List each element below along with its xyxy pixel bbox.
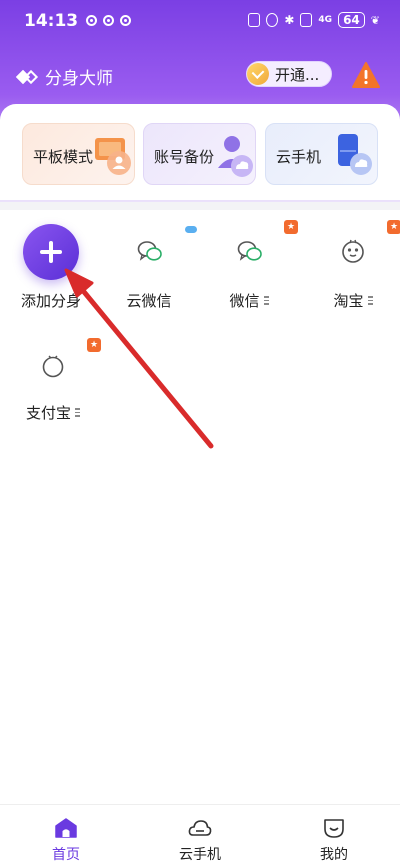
app-label: 支付宝 <box>25 404 71 422</box>
plus-icon[interactable] <box>23 224 79 280</box>
tab-label: 云手机 <box>179 847 221 863</box>
tab-home[interactable]: 首页 <box>26 805 106 866</box>
card-label: 平板模式 <box>33 148 94 166</box>
bluetooth-icon: ✱ <box>284 13 295 27</box>
vip-button[interactable]: 开通... <box>246 61 332 87</box>
profile-icon <box>324 819 344 838</box>
alipay-app[interactable]: ★ 支付宝 <box>8 336 101 423</box>
add-clone-app[interactable]: 添加分身 <box>6 224 96 311</box>
cloud-phone-card[interactable]: 云手机 <box>265 123 378 185</box>
status-right: ✱ 4G 64 ❦ <box>248 12 380 28</box>
cloud-wechat-app[interactable]: 云微信 <box>104 224 197 311</box>
tab-label: 我的 <box>320 847 348 863</box>
tab-cloud-phone[interactable]: 云手机 <box>160 805 240 866</box>
warning-icon[interactable] <box>352 62 380 88</box>
wechat-app[interactable]: ★ 微信 <box>204 220 298 311</box>
home-icon <box>55 818 77 838</box>
menu-icon[interactable] <box>263 296 269 305</box>
leaf-icon: ❦ <box>370 13 380 27</box>
menu-icon[interactable] <box>75 408 80 417</box>
notification-icons <box>86 15 131 26</box>
wechat-icon <box>137 241 162 261</box>
favorite-badge-icon: ★ <box>387 220 400 234</box>
favorite-badge-icon: ★ <box>284 220 298 234</box>
vip-badge-icon <box>247 63 269 85</box>
menu-icon[interactable] <box>367 296 373 305</box>
alarm-icon <box>266 13 279 27</box>
tablet-mode-card[interactable]: 平板模式 <box>22 123 135 185</box>
card-label: 账号备份 <box>154 148 215 166</box>
brand-name: 分身大师 <box>45 69 113 89</box>
app-label: 淘宝 <box>333 292 364 310</box>
status-time: 14:13 <box>24 11 79 31</box>
notification-dot-icon <box>103 15 114 26</box>
brand: 分身大师 <box>15 64 113 89</box>
status-bar: 14:13 ✱ 4G 64 ❦ <box>0 0 400 42</box>
app-label: 微信 <box>229 292 260 310</box>
app-label: 添加分身 <box>20 292 81 310</box>
card-label: 云手机 <box>276 148 322 166</box>
vip-button-label: 开通... <box>275 65 320 84</box>
cloud-icon <box>188 820 212 836</box>
nfc-icon <box>248 13 261 27</box>
tab-label: 首页 <box>52 847 80 863</box>
network-type: 4G <box>318 15 333 25</box>
account-backup-card[interactable]: 账号备份 <box>143 123 256 185</box>
cloud-phone-icon <box>338 134 372 175</box>
section-divider <box>0 202 400 210</box>
account-backup-icon <box>218 136 253 177</box>
vibrate-icon <box>300 13 313 27</box>
taobao-icon <box>342 239 364 263</box>
notification-dot-icon <box>86 15 97 26</box>
cloud-badge-icon <box>185 226 197 233</box>
brand-logo-icon <box>15 69 39 84</box>
bottom-tab-bar: 首页 云手机 我的 <box>0 804 400 866</box>
battery-level: 64 <box>338 12 365 28</box>
tab-profile[interactable]: 我的 <box>294 805 374 866</box>
alipay-icon <box>42 355 64 378</box>
favorite-badge-icon: ★ <box>87 338 101 352</box>
taobao-app[interactable]: ★ 淘宝 <box>308 220 400 311</box>
notification-dot-icon <box>120 15 131 26</box>
tablet-user-icon <box>95 138 131 175</box>
wechat-icon <box>237 241 262 261</box>
app-label: 云微信 <box>126 292 172 310</box>
